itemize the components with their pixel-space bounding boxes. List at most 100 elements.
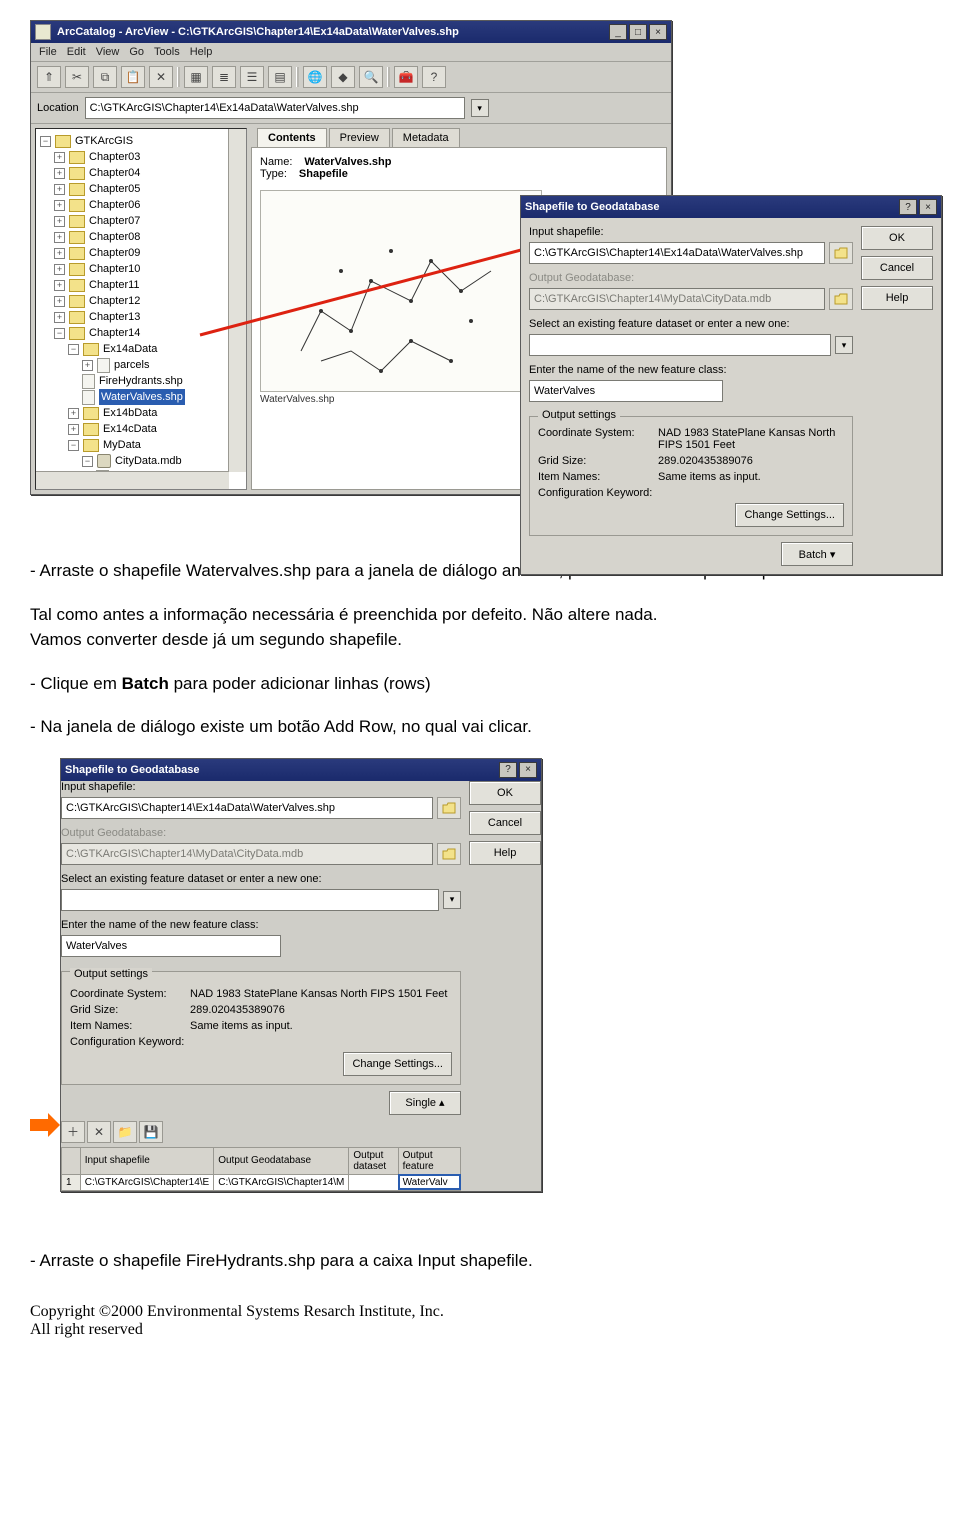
tree-ex14c[interactable]: Ex14cData (103, 421, 157, 437)
items-value: Same items as input. (658, 471, 844, 483)
arccatalog-titlebar: ArcCatalog - ArcView - C:\GTKArcGIS\Chap… (31, 21, 671, 43)
tab-metadata[interactable]: Metadata (392, 128, 460, 147)
tree-chapter[interactable]: Chapter04 (89, 165, 140, 181)
batch-output-gdb-cell[interactable]: C:\GTKArcGIS\Chapter14\M (214, 1174, 349, 1190)
tree-chapter[interactable]: Chapter05 (89, 181, 140, 197)
help-button-2[interactable]: Help (469, 841, 541, 865)
new-fc-field[interactable] (529, 380, 723, 402)
menu-help[interactable]: Help (190, 46, 213, 58)
tree-chapter[interactable]: Chapter03 (89, 149, 140, 165)
batch-output-feature-cell[interactable]: WaterValv (398, 1174, 460, 1190)
batch-input-cell[interactable]: C:\GTKArcGIS\Chapter14\E (80, 1174, 214, 1190)
output-gdb-field[interactable] (529, 288, 825, 310)
footer: Copyright ©2000 Environmental Systems Re… (30, 1303, 930, 1339)
batch-output-dataset-cell[interactable] (349, 1174, 398, 1190)
tool-large-icons-icon[interactable]: ▦ (184, 66, 208, 88)
label-output-gdb: Output Geodatabase: (529, 272, 853, 284)
existing-dataset-dropdown-icon[interactable]: ▾ (835, 336, 853, 354)
open-button[interactable]: 📁 (113, 1121, 137, 1143)
cancel-button-2[interactable]: Cancel (469, 811, 541, 835)
output-settings-legend: Output settings (538, 409, 620, 421)
change-settings-button-2[interactable]: Change Settings... (343, 1052, 452, 1076)
tree-chapter[interactable]: Chapter12 (89, 293, 140, 309)
tree-chapter14[interactable]: Chapter14 (89, 325, 140, 341)
tree-chapter[interactable]: Chapter07 (89, 213, 140, 229)
tool-thumbnails-icon[interactable]: ▤ (268, 66, 292, 88)
tree-chapter[interactable]: Chapter06 (89, 197, 140, 213)
tree-parcels[interactable]: parcels (114, 357, 149, 373)
tool-copy-icon[interactable]: ⧉ (93, 66, 117, 88)
input-shapefile-field[interactable] (529, 242, 825, 264)
menu-edit[interactable]: Edit (67, 46, 86, 58)
tool-gdb-icon[interactable]: ◆ (331, 66, 355, 88)
maximize-button[interactable]: □ (629, 24, 647, 40)
dialog1-close-button[interactable]: × (919, 199, 937, 215)
menu-tools[interactable]: Tools (154, 46, 180, 58)
tree-chapter[interactable]: Chapter09 (89, 245, 140, 261)
new-fc-field-2[interactable] (61, 935, 281, 957)
dialog1-help-button[interactable]: ? (899, 199, 917, 215)
change-settings-button[interactable]: Change Settings... (735, 503, 844, 527)
output-gdb-field-2[interactable] (61, 843, 433, 865)
existing-dataset-field[interactable] (529, 334, 831, 356)
input-shapefile-field-2[interactable] (61, 797, 433, 819)
batch-button[interactable]: Batch ▾ (781, 542, 853, 566)
tree-firehydrants[interactable]: FireHydrants.shp (99, 373, 183, 389)
tool-list-icon[interactable]: ≣ (212, 66, 236, 88)
tree-scrollbar-v[interactable] (228, 129, 246, 472)
location-input[interactable] (85, 97, 465, 119)
tree-root[interactable]: GTKArcGIS (75, 133, 133, 149)
delete-row-button[interactable]: ✕ (87, 1121, 111, 1143)
tab-preview[interactable]: Preview (329, 128, 390, 147)
ok-button[interactable]: OK (861, 226, 933, 250)
single-button[interactable]: Single ▴ (389, 1091, 461, 1115)
location-dropdown-icon[interactable]: ▾ (471, 99, 489, 117)
dialog1-titlebar: Shapefile to Geodatabase ?× (521, 196, 941, 218)
browse-input-button[interactable] (829, 242, 853, 264)
tool-up-icon[interactable]: ⇑ (37, 66, 61, 88)
tool-cut-icon[interactable]: ✂ (65, 66, 89, 88)
tool-delete-icon[interactable]: ✕ (149, 66, 173, 88)
tree-chapter[interactable]: Chapter10 (89, 261, 140, 277)
existing-dataset-field-2[interactable] (61, 889, 439, 911)
tab-contents[interactable]: Contents (257, 128, 327, 147)
menu-file[interactable]: File (39, 46, 57, 58)
tool-launch-arcmap-icon[interactable]: 🌐 (303, 66, 327, 88)
tree-citydata[interactable]: CityData.mdb (115, 453, 182, 469)
tree-ex14a[interactable]: Ex14aData (103, 341, 157, 357)
browse-output-button[interactable] (829, 288, 853, 310)
batch-col-input[interactable]: Input shapefile (80, 1147, 214, 1174)
tool-paste-icon[interactable]: 📋 (121, 66, 145, 88)
tree-mydata[interactable]: MyData (103, 437, 141, 453)
tree-watervalves-selected[interactable]: WaterValves.shp (99, 389, 185, 405)
menu-view[interactable]: View (96, 46, 120, 58)
dialog2-help-button[interactable]: ? (499, 762, 517, 778)
batch-col-output-feature[interactable]: Output feature (398, 1147, 460, 1174)
existing-dataset-dropdown-icon-2[interactable]: ▾ (443, 891, 461, 909)
minimize-button[interactable]: _ (609, 24, 627, 40)
tree-ex14b[interactable]: Ex14bData (103, 405, 157, 421)
tool-details-icon[interactable]: ☰ (240, 66, 264, 88)
browse-input-button-2[interactable] (437, 797, 461, 819)
tree-scrollbar-h[interactable] (36, 471, 229, 489)
tool-toolbox-icon[interactable]: 🧰 (394, 66, 418, 88)
save-button[interactable]: 💾 (139, 1121, 163, 1143)
menu-go[interactable]: Go (129, 46, 144, 58)
tool-search-icon[interactable]: 🔍 (359, 66, 383, 88)
tree-chapter[interactable]: Chapter13 (89, 309, 140, 325)
cancel-button[interactable]: Cancel (861, 256, 933, 280)
tool-help-icon[interactable]: ? (422, 66, 446, 88)
batch-col-output-dataset[interactable]: Output dataset (349, 1147, 398, 1174)
batch-row-1[interactable]: 1 C:\GTKArcGIS\Chapter14\E C:\GTKArcGIS\… (62, 1174, 461, 1190)
config-label: Configuration Keyword: (538, 487, 658, 499)
menubar: File Edit View Go Tools Help (31, 43, 671, 62)
tree-chapter[interactable]: Chapter08 (89, 229, 140, 245)
close-button[interactable]: × (649, 24, 667, 40)
tree-chapter[interactable]: Chapter11 (89, 277, 140, 293)
ok-button-2[interactable]: OK (469, 781, 541, 805)
add-row-button[interactable]: ＋ (61, 1121, 85, 1143)
help-button[interactable]: Help (861, 286, 933, 310)
dialog2-close-button[interactable]: × (519, 762, 537, 778)
batch-col-output-gdb[interactable]: Output Geodatabase (214, 1147, 349, 1174)
browse-output-button-2[interactable] (437, 843, 461, 865)
